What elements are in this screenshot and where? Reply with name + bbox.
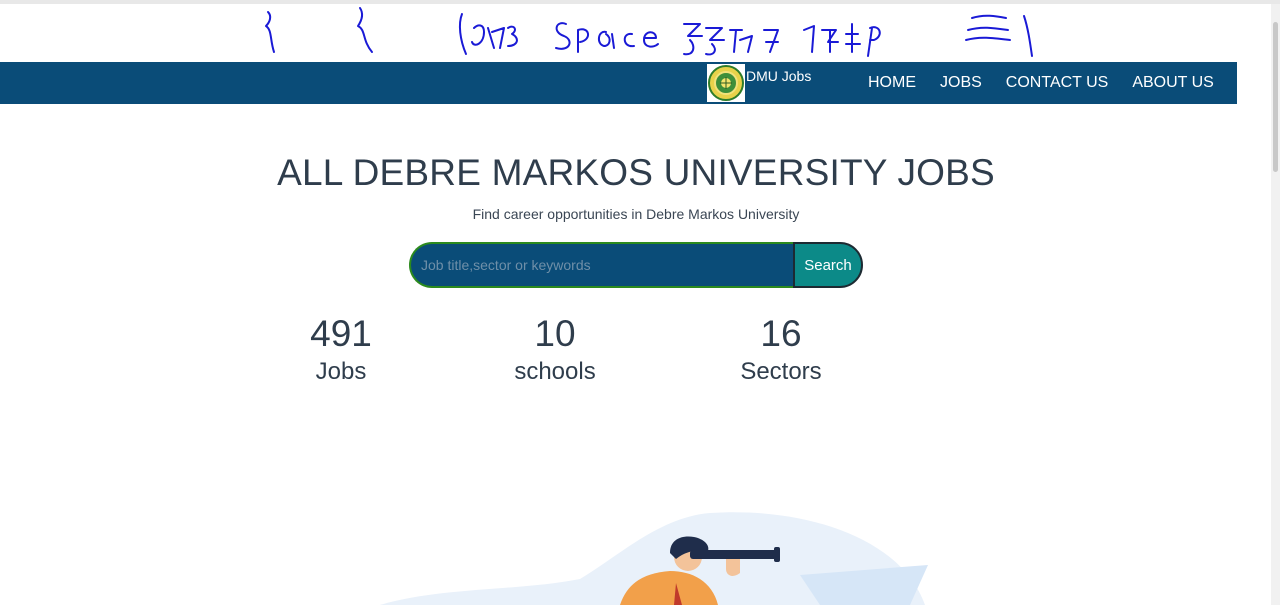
stat-jobs-value: 491	[310, 313, 372, 354]
stat-jobs-label: Jobs	[315, 358, 367, 385]
stat-sectors: 16 Sectors	[681, 312, 881, 386]
nav-link-about-us[interactable]: ABOUT US	[1132, 74, 1214, 92]
brand-name: DMU Jobs	[746, 68, 812, 84]
page-title: ALL DEBRE MARKOS UNIVERSITY JOBS	[277, 152, 995, 193]
search-button[interactable]: Search	[793, 242, 863, 288]
brand[interactable]: DMU Jobs	[707, 64, 811, 102]
nav-menu: HOME JOBS CONTACT US ABOUT US	[868, 62, 1214, 104]
stat-sectors-value: 16	[760, 313, 802, 354]
search-bar: Search	[409, 242, 863, 288]
stat-schools-label: schools	[514, 358, 596, 385]
stat-sectors-label: Sectors	[740, 358, 822, 385]
page-subtitle: Find career opportunities in Debre Marko…	[472, 206, 800, 222]
page-scrollbar[interactable]	[1271, 4, 1280, 605]
scrollbar-thumb[interactable]	[1273, 22, 1278, 172]
stat-schools-value: 10	[534, 313, 576, 354]
search-input[interactable]	[409, 242, 793, 288]
telescope-person-illustration	[380, 512, 928, 605]
nav-link-home[interactable]: HOME	[868, 74, 916, 92]
stat-schools: 10 schools	[455, 312, 655, 386]
nav-link-contact-us[interactable]: CONTACT US	[1006, 74, 1109, 92]
navbar: DMU Jobs HOME JOBS CONTACT US ABOUT US	[0, 62, 1237, 104]
handwritten-annotation	[265, 7, 1033, 57]
stat-jobs: 491 Jobs	[241, 312, 441, 386]
window-top-border	[0, 0, 1280, 4]
university-seal-icon	[707, 64, 745, 102]
nav-link-jobs[interactable]: JOBS	[940, 74, 982, 92]
